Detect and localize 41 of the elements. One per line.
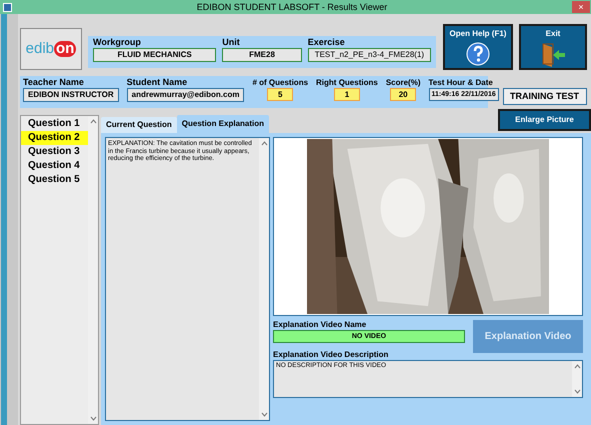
scroll-down-icon[interactable] [574,389,580,394]
field-label: Student Name [126,77,188,88]
field-label: Exercise [308,37,346,48]
question-item[interactable]: Question 2 [21,131,88,145]
scroll-up-icon[interactable] [90,119,96,124]
field-label: Unit [222,37,241,48]
window-title: EDIBON STUDENT LABSOFT - Results Viewer [196,1,388,13]
unit-field: FME28 [222,48,302,62]
exercise-field: TEST_n2_PE_n3-4_FME28(1) [308,48,432,62]
field-label: # of Questions [252,77,308,88]
video-name-label: Explanation Video Name [273,320,368,330]
app-icon [3,2,12,12]
score-value: 20 [390,88,416,101]
field-label: Teacher Name [23,77,85,88]
question-item[interactable]: Question 5 [21,173,88,187]
teacher-field: EDIBON INSTRUCTOR [23,88,119,102]
exit-button[interactable]: Exit [519,24,587,70]
question-item[interactable]: Question 4 [21,159,88,173]
tab[interactable]: Current Question [101,117,177,133]
question-item[interactable]: Question 1 [21,117,88,131]
question-item[interactable]: Question 3 [21,145,88,159]
field-label: Score(%) [386,77,420,88]
right-count: 1 [334,88,360,101]
close-button[interactable]: × [572,1,590,13]
help-button[interactable]: Open Help (F1) [443,24,513,70]
help-icon [466,42,490,66]
logo: edibon [26,38,76,59]
video-description-label: Explanation Video Description [273,350,390,360]
scroll-down-icon[interactable] [90,416,96,421]
field-label: Right Questions [316,77,378,88]
questions-count: 5 [267,88,294,101]
field-label: Workgroup [93,37,142,48]
enlarge-picture-button[interactable]: Enlarge Picture [498,109,591,131]
scroll-up-icon[interactable] [574,364,580,369]
scroll-down-icon[interactable] [260,412,268,417]
test-mode-label: TRAINING TEST [502,88,586,105]
scroll-up-icon[interactable] [260,141,268,146]
student-field: andrewmurray@edibon.com [126,88,244,102]
workgroup-field: FLUID MECHANICS [93,48,216,62]
tab[interactable]: Question Explanation [176,115,270,133]
field-label: Test Hour & Date [428,77,494,88]
